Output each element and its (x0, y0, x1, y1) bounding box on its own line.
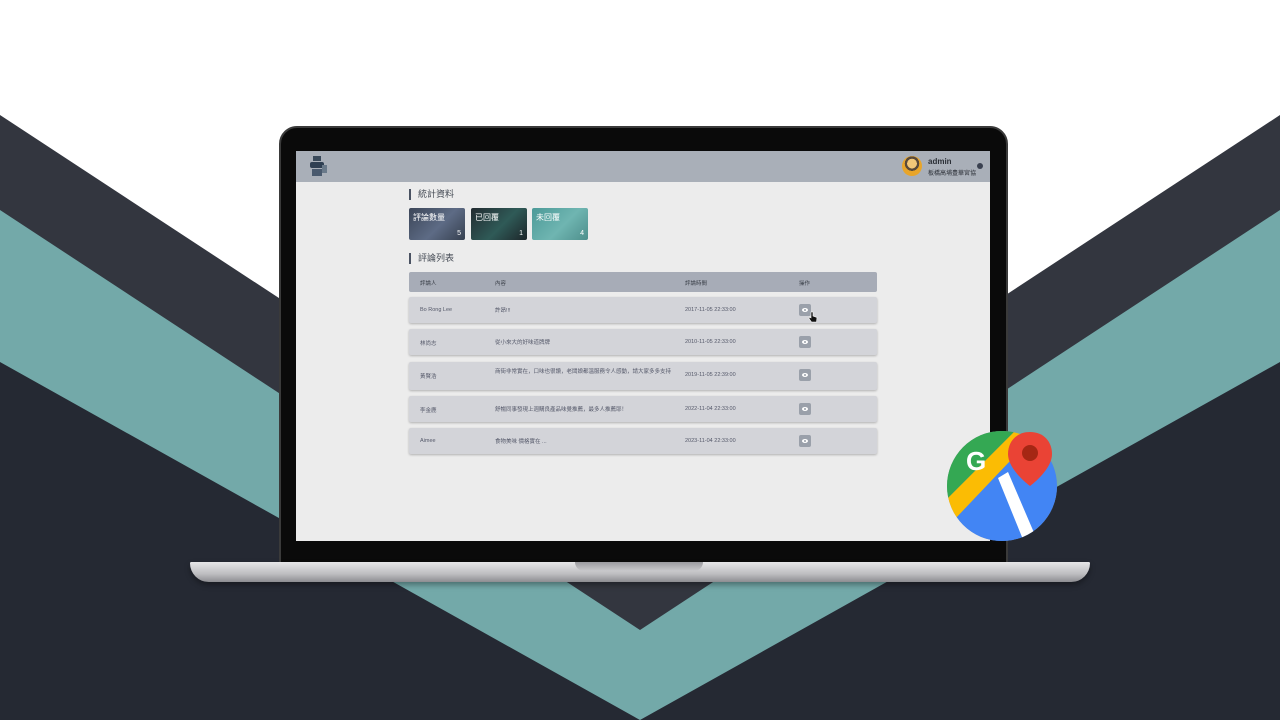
user-name[interactable]: admin (928, 157, 952, 166)
column-header-action: 操作 (799, 281, 811, 287)
svg-text:G: G (966, 446, 986, 476)
review-content: 食物美味 價格實在 ... (495, 439, 547, 445)
column-header-reviewer: 評論人 (420, 281, 437, 287)
reviewer-name: 林尚志 (420, 341, 437, 347)
view-button[interactable] (799, 336, 811, 348)
stat-value: 1 (519, 230, 523, 237)
review-time: 2022-11-04 22:33:00 (685, 406, 736, 412)
review-time: 2023-11-04 22:33:00 (685, 438, 736, 444)
stat-card-replied[interactable]: 已回覆 1 (471, 208, 527, 240)
table-row: 林尚志 從小來大的好味道牌牌 2010-11-05 22:33:00 (409, 329, 877, 355)
app-screen: admin 板橋高埔豊華宮協 統計資料 評論數量 5 已回覆 1 未回覆 4 評… (296, 151, 990, 541)
stat-card-total[interactable]: 評論數量 5 (409, 208, 465, 240)
column-header-content: 內容 (495, 281, 507, 287)
view-button[interactable] (799, 403, 811, 415)
view-button[interactable] (799, 435, 811, 447)
user-org: 板橋高埔豊華宮協 (928, 171, 977, 177)
review-content: 舒暢同事發現上週購良產品味覺推薦，最多人推薦耶！ (495, 407, 628, 413)
stat-value: 4 (580, 230, 584, 237)
reviewer-name: Aimee (420, 438, 436, 444)
stats-section-title: 統計資料 (409, 189, 454, 200)
reviews-section-title: 評論列表 (409, 253, 454, 264)
table-row: Aimee 食物美味 價格實在 ... 2023-11-04 22:33:00 (409, 428, 877, 454)
user-avatar-icon[interactable] (902, 156, 922, 176)
table-row: 李金鹿 舒暢同事發現上週購良產品味覺推薦，最多人推薦耶！ 2022-11-04 … (409, 396, 877, 422)
table-row: Bo Rong Lee 許昂!!! 2017-11-05 22:33:00 (409, 297, 877, 323)
reviewer-name: 黃賢浩 (420, 374, 437, 380)
table-row: 黃賢浩 商街非常實在，口味也很讚，老闆娘都溫服務令人感動，請大家多多支持 201… (409, 362, 877, 390)
table-header: 評論人 內容 評論時間 操作 (409, 272, 877, 292)
review-time: 2017-11-05 22:33:00 (685, 307, 736, 313)
hand-cursor-icon (808, 311, 818, 323)
laptop-notch (575, 562, 703, 571)
view-button[interactable] (799, 369, 811, 381)
review-time: 2010-11-05 22:33:00 (685, 339, 736, 345)
top-bar: admin 板橋高埔豊華宮協 (296, 151, 990, 182)
review-time: 2019-11-05 22:39:00 (685, 372, 736, 378)
reviewer-name: Bo Rong Lee (420, 307, 453, 313)
stat-label: 已回覆 (475, 213, 499, 222)
user-menu-icon[interactable] (977, 163, 983, 169)
reviewer-name: 李金鹿 (420, 408, 437, 414)
google-maps-icon: G (947, 431, 1057, 541)
review-content: 商街非常實在，口味也很讚，老闆娘都溫服務令人感動，請大家多多支持 (495, 369, 672, 375)
logo-icon[interactable] (306, 155, 328, 179)
stat-label: 評論數量 (413, 213, 445, 222)
column-header-time: 評論時間 (685, 281, 708, 287)
stat-value: 5 (457, 230, 461, 237)
stat-label: 未回覆 (536, 213, 560, 222)
review-content: 從小來大的好味道牌牌 (495, 340, 551, 346)
review-content: 許昂!!! (495, 308, 511, 314)
stat-card-unreplied[interactable]: 未回覆 4 (532, 208, 588, 240)
